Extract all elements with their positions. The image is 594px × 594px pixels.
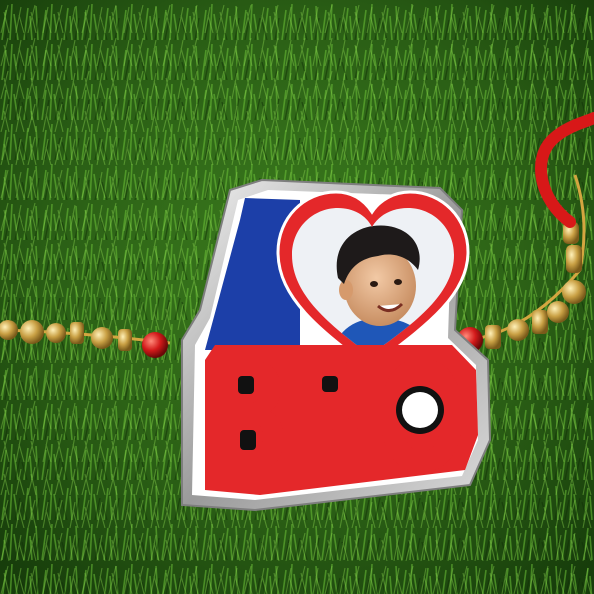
product-photo-scene: I BRO [0, 0, 594, 594]
rakhi-illustration: I BRO [0, 0, 594, 594]
